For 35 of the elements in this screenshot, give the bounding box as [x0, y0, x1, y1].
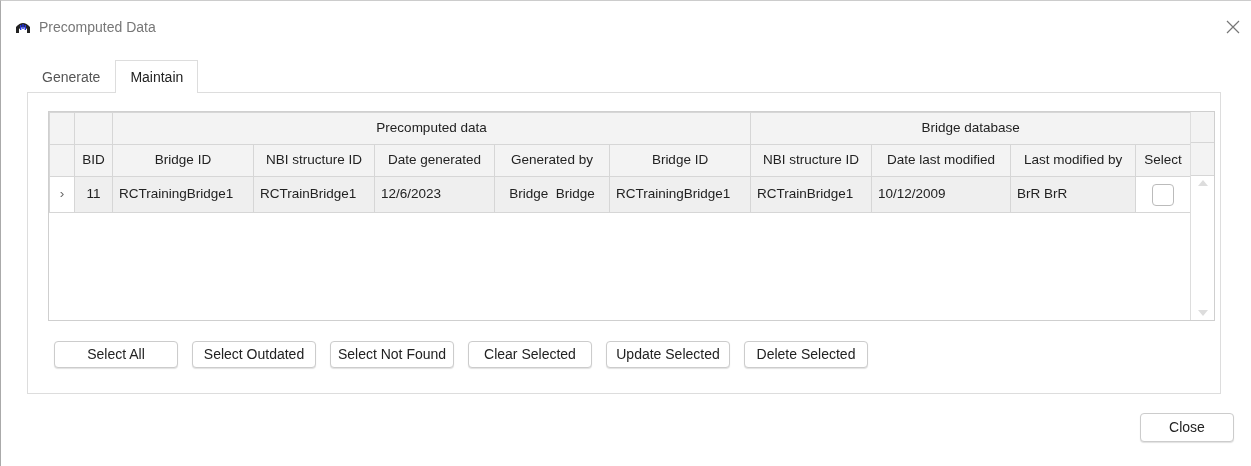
action-button[interactable]: Delete Selected — [744, 341, 868, 368]
column-header: Date last modified — [871, 144, 1011, 177]
table-cell: 12/6/2023 — [374, 176, 495, 213]
action-button[interactable]: Select All — [54, 341, 178, 368]
table-cell: RCTrainingBridge1 — [609, 176, 751, 213]
table-cell: Bridge Bridge — [494, 176, 610, 213]
column-header: Bridge ID — [112, 144, 254, 177]
column-header: NBI structure ID — [750, 144, 872, 177]
column-header: NBI structure ID — [253, 144, 375, 177]
table-cell: RCTrainBridge1 — [253, 176, 375, 213]
table-cell: RCTrainBridge1 — [750, 176, 872, 213]
column-header: Select — [1135, 144, 1191, 177]
checkbox[interactable] — [1152, 183, 1175, 206]
bridge-icon — [15, 20, 31, 34]
action-button[interactable]: Select Not Found — [330, 341, 454, 368]
table-cell: RCTrainingBridge1 — [112, 176, 254, 213]
tab[interactable]: Maintain — [115, 60, 199, 93]
close-icon[interactable] — [1225, 19, 1241, 36]
column-header: Date generated — [374, 144, 495, 177]
close-button[interactable]: Close — [1140, 413, 1234, 442]
row-indicator: › — [49, 176, 75, 213]
table-cell: BrR BrR — [1010, 176, 1136, 213]
tab[interactable]: Generate — [27, 62, 116, 93]
column-group-header: Bridge database — [750, 112, 1191, 145]
column-header: Last modified by — [1010, 144, 1136, 177]
action-button[interactable]: Select Outdated — [192, 341, 316, 368]
column-group-header: Precomputed data — [112, 112, 751, 145]
action-button[interactable]: Clear Selected — [468, 341, 592, 368]
scroll-up-icon[interactable] — [1197, 180, 1208, 186]
column-header: Bridge ID — [609, 144, 751, 177]
column-header: Generated by — [494, 144, 610, 177]
table-cell: 10/12/2009 — [871, 176, 1011, 213]
action-button[interactable]: Update Selected — [606, 341, 730, 368]
window-title: Precomputed Data — [39, 17, 156, 37]
scroll-down-icon[interactable] — [1197, 310, 1208, 316]
